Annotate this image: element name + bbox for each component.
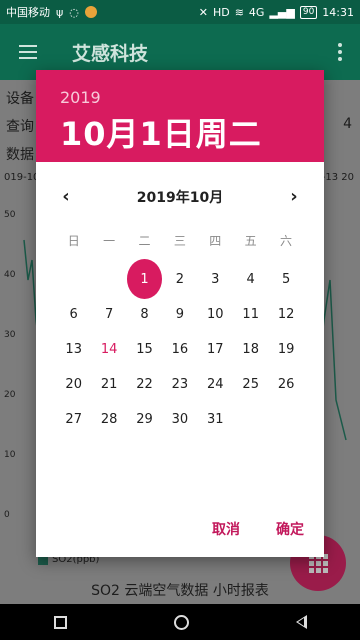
calendar-day[interactable]: 27 <box>56 400 91 440</box>
clock: 14:31 <box>322 5 354 19</box>
dialog-actions: 取消 确定 <box>212 519 304 539</box>
hd-label: HD <box>212 5 230 19</box>
usb-icon: ψ <box>56 5 64 19</box>
calendar-day[interactable]: 8 <box>127 294 162 334</box>
y-tick-label: 40 <box>4 270 16 280</box>
carrier-label: 中国移动 <box>6 6 50 19</box>
recent-apps-icon[interactable] <box>53 615 67 629</box>
weekday-label: 五 <box>244 234 257 248</box>
header-year[interactable]: 2019 <box>60 88 300 107</box>
notification-icon: ◌ <box>69 5 79 19</box>
app-title: 艾感科技 <box>72 42 149 65</box>
calendar-day[interactable]: 11 <box>233 294 268 334</box>
chevron-right-icon[interactable]: › <box>288 188 300 206</box>
device-label: 设备 <box>6 91 34 107</box>
more-vert-icon[interactable] <box>320 43 360 61</box>
y-tick-label: 20 <box>4 390 16 400</box>
calendar-day[interactable]: 5 <box>268 259 303 299</box>
calendar-day[interactable]: 10 <box>198 294 233 334</box>
silent-icon: ✕ <box>198 5 208 19</box>
calendar-day[interactable]: 26 <box>268 365 303 405</box>
status-bar: 中国移动 ψ ◌ ✕ HD ≋ 4G ▂▄▆ 90 14:31 <box>0 0 360 24</box>
weekday-label: 六 <box>280 234 293 248</box>
y-tick-label: 50 <box>4 210 16 220</box>
calendar-day[interactable]: 12 <box>268 294 303 334</box>
date-picker-dialog: 2019 10月1日周二 ‹ 2019年10月 › 日一二三四五六 123456… <box>36 70 324 557</box>
calendar-day[interactable]: 1 <box>126 259 163 299</box>
calendar-day[interactable]: 4 <box>233 259 268 299</box>
y-tick-label: 0 <box>4 510 10 520</box>
date-start: 019-10 <box>4 172 40 183</box>
calendar-day[interactable]: 3 <box>198 259 233 299</box>
calendar-day[interactable]: 30 <box>162 400 197 440</box>
weibo-icon <box>84 6 97 18</box>
calendar-day[interactable]: 28 <box>91 400 126 440</box>
network-label: 4G <box>248 5 265 19</box>
calendar-day[interactable]: 17 <box>198 329 233 369</box>
calendar-day[interactable]: 25 <box>233 365 268 405</box>
y-tick-label: 10 <box>4 450 16 460</box>
calendar-day[interactable]: 7 <box>91 294 126 334</box>
calendar-day[interactable]: 21 <box>91 365 126 405</box>
weekday-label: 四 <box>209 234 222 248</box>
weekday-header: 日一二三四五六 <box>56 232 304 249</box>
calendar-day[interactable]: 14 <box>91 329 126 369</box>
calendar-day[interactable]: 6 <box>56 294 91 334</box>
selected-day: 1 <box>126 259 163 299</box>
data-label: 数据 <box>6 147 34 163</box>
home-icon[interactable] <box>173 614 189 630</box>
calendar-day[interactable]: 18 <box>233 329 268 369</box>
system-nav-bar <box>0 604 360 640</box>
wifi-icon: ≋ <box>234 5 244 19</box>
weekday-label: 日 <box>67 234 80 248</box>
calendar-day[interactable]: 24 <box>198 365 233 405</box>
ok-button[interactable]: 确定 <box>276 519 304 539</box>
weekday-label: 一 <box>103 234 116 248</box>
calendar-day[interactable]: 13 <box>56 329 91 369</box>
calendar-day[interactable]: 31 <box>198 400 233 440</box>
calendar-day[interactable]: 16 <box>162 329 197 369</box>
calendar-day[interactable]: 19 <box>268 329 303 369</box>
battery-level: 90 <box>299 5 318 19</box>
calendar-day[interactable]: 29 <box>127 400 162 440</box>
back-icon[interactable] <box>295 615 307 629</box>
calendar-day[interactable]: 15 <box>127 329 162 369</box>
month-navigation: ‹ 2019年10月 › <box>36 162 324 232</box>
calendar-day[interactable]: 22 <box>127 365 162 405</box>
query-value: 4 <box>343 116 352 132</box>
cancel-button[interactable]: 取消 <box>212 519 240 539</box>
header-date[interactable]: 10月1日周二 <box>60 109 300 155</box>
y-tick-label: 30 <box>4 330 16 340</box>
month-label: 2019年10月 <box>136 190 224 206</box>
calendar-day[interactable]: 20 <box>56 365 91 405</box>
chevron-left-icon[interactable]: ‹ <box>60 188 72 206</box>
weekday-label: 三 <box>173 234 186 248</box>
query-label: 查询 <box>6 119 34 135</box>
signal-icon: ▂▄▆ <box>269 5 295 19</box>
calendar-day[interactable]: 23 <box>162 365 197 405</box>
calendar-day[interactable]: 9 <box>162 294 197 334</box>
calendar-day[interactable]: 2 <box>162 259 197 299</box>
dialog-header: 2019 10月1日周二 <box>36 70 324 162</box>
weekday-label: 二 <box>138 234 151 248</box>
